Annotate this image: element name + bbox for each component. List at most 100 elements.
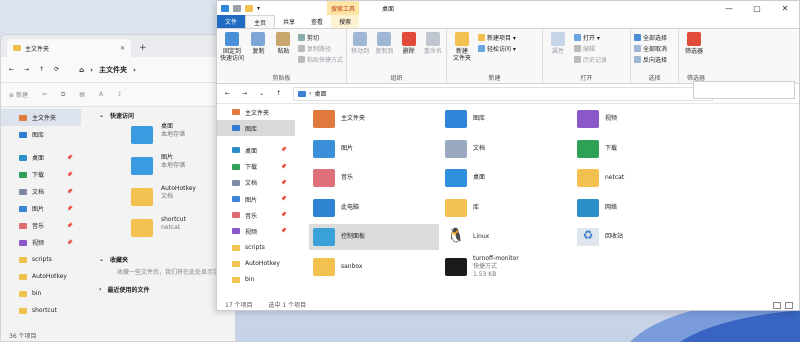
- quick-access-header[interactable]: ⌄ 快速访问: [99, 107, 235, 123]
- favorites-header[interactable]: ⌄ 收藏夹: [99, 251, 235, 267]
- file-item[interactable]: 图片: [309, 136, 439, 162]
- pin-quick-access-button[interactable]: 固定到 快速访问: [220, 32, 244, 71]
- sidebar-item[interactable]: 文档 📌: [217, 175, 295, 191]
- properties-icon[interactable]: [233, 4, 241, 12]
- sidebar-item[interactable]: AutoHotkey: [217, 256, 295, 272]
- forward-arrow-icon[interactable]: →: [24, 66, 29, 73]
- share-icon[interactable]: ⇪: [117, 91, 122, 98]
- sidebar-item[interactable]: 音乐 📌: [217, 207, 295, 223]
- maximize-button[interactable]: ▢: [743, 1, 771, 15]
- sidebar-item[interactable]: 主文件夹: [1, 109, 81, 126]
- pin-icon[interactable]: 📌: [67, 172, 73, 178]
- sidebar-item[interactable]: 下载 📌: [1, 166, 81, 183]
- invert-selection-button[interactable]: 反向选择: [634, 55, 667, 64]
- delete-button[interactable]: 删除: [399, 32, 419, 71]
- pin-icon[interactable]: 📌: [67, 223, 73, 229]
- sidebar-item[interactable]: 桌面 📌: [217, 142, 295, 158]
- file-item[interactable]: 视频: [573, 106, 703, 132]
- rename-button[interactable]: 重命名: [423, 32, 443, 71]
- details-view-icon[interactable]: [773, 302, 781, 309]
- pin-icon[interactable]: 📌: [281, 196, 287, 202]
- file-item[interactable]: 此电脑: [309, 195, 439, 221]
- new-button[interactable]: ⊕ 新建: [9, 90, 28, 99]
- back-arrow-icon[interactable]: ←: [225, 90, 230, 97]
- sidebar-item[interactable]: 音乐 📌: [1, 217, 81, 234]
- new-folder-icon[interactable]: [245, 4, 253, 12]
- rename-icon[interactable]: A: [99, 91, 103, 98]
- sidebar-item[interactable]: shortcut: [1, 302, 81, 319]
- sidebar-item[interactable]: 文档 📌: [1, 183, 81, 200]
- tab-share[interactable]: 共享: [275, 15, 303, 28]
- file-item[interactable]: netcat: [573, 165, 703, 191]
- sidebar-item[interactable]: 下载 📌: [217, 159, 295, 175]
- tab-file[interactable]: 文件: [217, 15, 246, 28]
- sidebar-item[interactable]: 主文件夹: [217, 104, 295, 120]
- recent-files-header[interactable]: › 最近使用的文件: [99, 281, 235, 297]
- file-item[interactable]: 图库: [441, 106, 571, 132]
- cut-icon[interactable]: ✂: [42, 91, 47, 98]
- sidebar-item[interactable]: AutoHotkey: [1, 268, 81, 285]
- copy-path-button[interactable]: 复制路径: [297, 44, 343, 53]
- copy-button[interactable]: 复制: [248, 32, 269, 71]
- file-item[interactable]: 文档: [441, 136, 571, 162]
- paste-icon[interactable]: ▤: [79, 91, 85, 98]
- file-item[interactable]: 网络: [573, 195, 703, 221]
- refresh-icon[interactable]: ⟳: [54, 66, 59, 73]
- chevron-down-icon[interactable]: ▾: [257, 5, 260, 12]
- sidebar-item[interactable]: 图片 📌: [217, 191, 295, 207]
- cut-button[interactable]: 剪切: [297, 33, 343, 42]
- file-item[interactable]: 音乐: [309, 165, 439, 191]
- sidebar-item[interactable]: 桌面 📌: [1, 149, 81, 166]
- tab-search[interactable]: 搜索: [331, 15, 360, 28]
- select-all-button[interactable]: 全部选择: [634, 33, 667, 42]
- sidebar-item[interactable]: bin: [217, 272, 295, 288]
- copy-icon[interactable]: ⧉: [61, 91, 65, 99]
- easy-access-button[interactable]: 轻松访问 ▾: [478, 44, 516, 53]
- sidebar-item[interactable]: scripts: [1, 251, 81, 268]
- new-item-button[interactable]: 新建项目 ▾: [478, 33, 516, 42]
- file-item[interactable]: turnoff-monitor 快捷方式 1.53 KB: [441, 254, 571, 280]
- pin-icon[interactable]: 📌: [67, 155, 73, 161]
- pin-icon[interactable]: 📌: [67, 189, 73, 195]
- history-button[interactable]: 历史记录: [574, 55, 607, 64]
- up-arrow-icon[interactable]: ↑: [276, 90, 281, 97]
- tab-home[interactable]: 主页: [245, 15, 276, 28]
- open-button[interactable]: 打开 ▾: [574, 33, 607, 42]
- pin-icon[interactable]: 📌: [67, 240, 73, 246]
- file-item[interactable]: 库: [441, 195, 571, 221]
- large-icons-view-icon[interactable]: [785, 302, 793, 309]
- forward-arrow-icon[interactable]: →: [242, 90, 247, 97]
- tab-view[interactable]: 查看: [303, 15, 331, 28]
- move-to-button[interactable]: 移动到: [350, 32, 370, 71]
- paste-button[interactable]: 粘贴: [273, 32, 294, 71]
- properties-button[interactable]: 属性: [546, 32, 570, 71]
- chevron-down-icon[interactable]: ⌄: [259, 90, 264, 97]
- edit-button[interactable]: 编辑: [574, 44, 607, 53]
- file-item[interactable]: sanbox: [309, 254, 439, 280]
- add-tab-button[interactable]: +: [139, 43, 147, 53]
- new-folder-button[interactable]: 新建 文件夹: [450, 32, 474, 71]
- select-none-button[interactable]: 全部取消: [634, 44, 667, 53]
- copy-to-button[interactable]: 复制到: [374, 32, 394, 71]
- address-bar[interactable]: ⌂ › 主文件夹 ›: [79, 65, 136, 75]
- address-bar[interactable]: › 桌面: [293, 86, 714, 101]
- sidebar-item[interactable]: bin: [1, 285, 81, 302]
- back-arrow-icon[interactable]: ←: [9, 66, 14, 73]
- sidebar-item[interactable]: 视频 📌: [1, 234, 81, 251]
- file-item[interactable]: 🐧 Linux: [441, 224, 571, 250]
- paste-shortcut-button[interactable]: 粘贴快捷方式: [297, 55, 343, 64]
- pin-icon[interactable]: 📌: [281, 228, 287, 234]
- sidebar-item[interactable]: 图库: [1, 126, 81, 143]
- sidebar-item[interactable]: 图片 📌: [1, 200, 81, 217]
- pin-icon[interactable]: 📌: [281, 180, 287, 186]
- file-item[interactable]: 主文件夹: [309, 106, 439, 132]
- minimize-button[interactable]: —: [715, 1, 743, 15]
- sidebar-item[interactable]: 图库: [217, 120, 295, 137]
- pin-icon[interactable]: 📌: [67, 206, 73, 212]
- filter-button[interactable]: 筛选器: [682, 32, 706, 71]
- file-item[interactable]: ♻ 回收站: [573, 224, 703, 250]
- up-arrow-icon[interactable]: ↑: [39, 66, 44, 73]
- pin-icon[interactable]: 📌: [281, 212, 287, 218]
- sidebar-item[interactable]: scripts: [217, 240, 295, 256]
- sidebar-item[interactable]: 视频 📌: [217, 223, 295, 239]
